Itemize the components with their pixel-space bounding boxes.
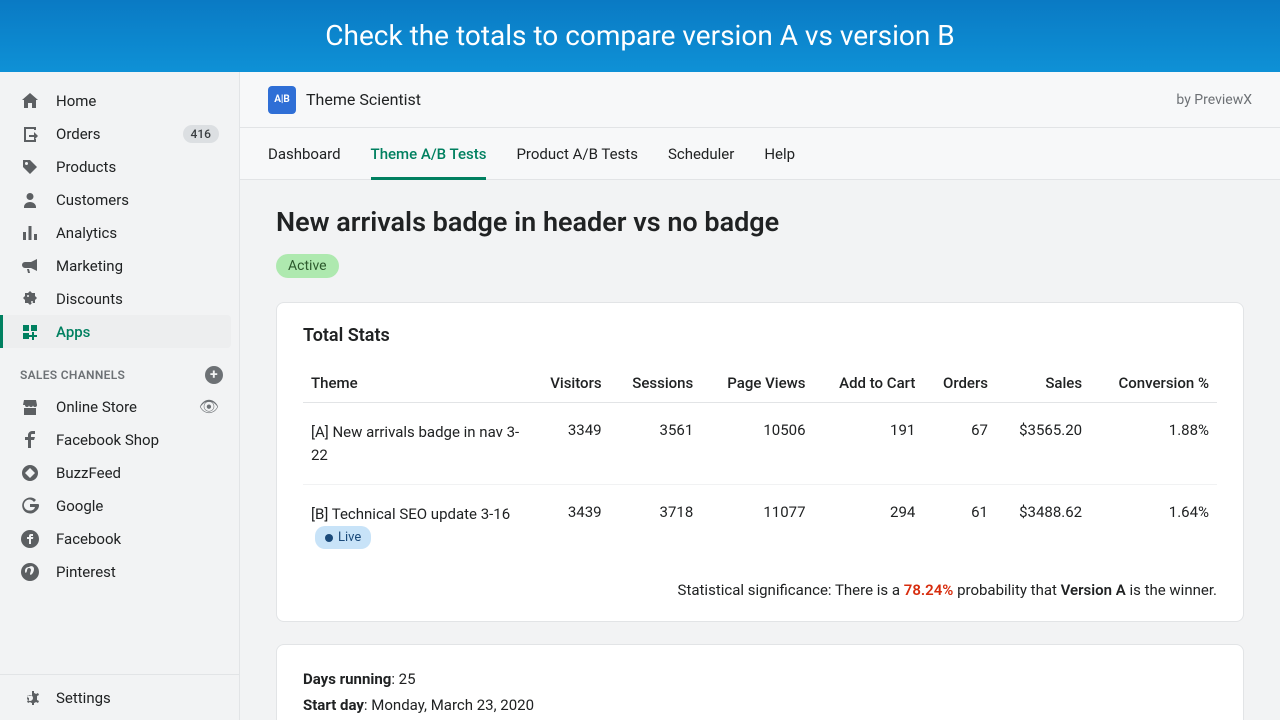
eye-icon[interactable]: 👁 xyxy=(199,397,219,416)
tab-help[interactable]: Help xyxy=(764,128,795,180)
channel-label: BuzzFeed xyxy=(56,464,219,482)
nav-apps[interactable]: Apps xyxy=(0,315,231,348)
facebook-icon xyxy=(20,430,40,450)
megaphone-icon xyxy=(20,256,40,276)
cell-theme: [B] Technical SEO update 3-16 Live xyxy=(303,485,529,568)
table-row: [B] Technical SEO update 3-16 Live 3439 … xyxy=(303,485,1217,568)
google-icon xyxy=(20,496,40,516)
channel-pinterest[interactable]: Pinterest xyxy=(8,555,231,588)
channel-google[interactable]: Google xyxy=(8,489,231,522)
orders-icon xyxy=(20,124,40,144)
tag-icon xyxy=(20,157,40,177)
buzzfeed-icon xyxy=(20,463,40,483)
main-content: A|B Theme Scientist by PreviewX Dashboar… xyxy=(240,72,1280,720)
channel-label: Google xyxy=(56,497,219,515)
facebook-circle-icon xyxy=(20,529,40,549)
nav-orders[interactable]: Orders 416 xyxy=(8,117,231,150)
status-badge: Active xyxy=(276,254,339,278)
tab-dashboard[interactable]: Dashboard xyxy=(268,128,341,180)
statistical-significance: Statistical significance: There is a 78.… xyxy=(303,581,1217,599)
start-day: Start day: Monday, March 23, 2020 xyxy=(303,693,1217,719)
person-icon xyxy=(20,190,40,210)
channel-label: Facebook xyxy=(56,530,219,548)
meta-card: Days running: 25 Start day: Monday, Marc… xyxy=(276,644,1244,720)
nav-home[interactable]: Home xyxy=(8,84,231,117)
gear-icon xyxy=(20,688,40,708)
channel-label: Pinterest xyxy=(56,563,219,581)
home-icon xyxy=(20,91,40,111)
app-logo: A|B xyxy=(268,86,296,114)
analytics-icon xyxy=(20,223,40,243)
tab-theme-ab-tests[interactable]: Theme A/B Tests xyxy=(371,128,487,180)
cell-conv: 1.88% xyxy=(1090,403,1217,485)
nav-label: Discounts xyxy=(56,290,219,308)
pinterest-icon xyxy=(20,562,40,582)
channel-label: Online Store xyxy=(56,398,199,416)
discount-icon xyxy=(20,289,40,309)
cell-visitors: 3439 xyxy=(529,485,609,568)
channel-facebook[interactable]: Facebook xyxy=(8,522,231,555)
cell-theme: [A] New arrivals badge in nav 3-22 xyxy=(303,403,529,485)
cell-conv: 1.64% xyxy=(1090,485,1217,568)
nav-label: Apps xyxy=(56,323,219,341)
nav-products[interactable]: Products xyxy=(8,150,231,183)
nav-label: Analytics xyxy=(56,224,219,242)
col-pageviews: Page Views xyxy=(701,364,813,403)
nav-label: Settings xyxy=(56,689,219,707)
nav-marketing[interactable]: Marketing xyxy=(8,249,231,282)
col-addtocart: Add to Cart xyxy=(814,364,924,403)
cell-sales: $3488.62 xyxy=(996,485,1090,568)
live-badge: Live xyxy=(315,526,371,550)
nav-label: Products xyxy=(56,158,219,176)
cell-addtocart: 294 xyxy=(814,485,924,568)
days-running: Days running: 25 xyxy=(303,667,1217,693)
store-icon xyxy=(20,397,40,417)
table-row: [A] New arrivals badge in nav 3-22 3349 … xyxy=(303,403,1217,485)
apps-icon xyxy=(20,322,40,342)
col-visitors: Visitors xyxy=(529,364,609,403)
channel-online-store[interactable]: Online Store 👁 xyxy=(8,390,231,423)
cell-sessions: 3561 xyxy=(610,403,702,485)
orders-badge: 416 xyxy=(183,125,219,143)
col-orders: Orders xyxy=(923,364,996,403)
channel-buzzfeed[interactable]: BuzzFeed xyxy=(8,456,231,489)
sidebar: Home Orders 416 Products Customers Analy… xyxy=(0,72,240,720)
channel-facebook-shop[interactable]: Facebook Shop xyxy=(8,423,231,456)
col-conversion: Conversion % xyxy=(1090,364,1217,403)
col-theme: Theme xyxy=(303,364,529,403)
cell-orders: 67 xyxy=(923,403,996,485)
card-title: Total Stats xyxy=(303,325,1217,346)
channel-label: Facebook Shop xyxy=(56,431,219,449)
total-stats-card: Total Stats Theme Visitors Sessions Page… xyxy=(276,302,1244,622)
cell-pageviews: 10506 xyxy=(701,403,813,485)
banner: Check the totals to compare version A vs… xyxy=(0,0,1280,72)
cell-sales: $3565.20 xyxy=(996,403,1090,485)
cell-pageviews: 11077 xyxy=(701,485,813,568)
section-label: SALES CHANNELS xyxy=(20,368,125,382)
add-channel-button[interactable]: + xyxy=(205,366,223,384)
nav-label: Customers xyxy=(56,191,219,209)
stats-table: Theme Visitors Sessions Page Views Add t… xyxy=(303,364,1217,567)
nav-label: Marketing xyxy=(56,257,219,275)
cell-sessions: 3718 xyxy=(610,485,702,568)
nav-label: Orders xyxy=(56,125,183,143)
nav-discounts[interactable]: Discounts xyxy=(8,282,231,315)
app-author: by PreviewX xyxy=(1176,92,1252,108)
nav-customers[interactable]: Customers xyxy=(8,183,231,216)
page-title: New arrivals badge in header vs no badge xyxy=(276,206,1244,238)
app-title: Theme Scientist xyxy=(306,90,1176,109)
nav-settings[interactable]: Settings xyxy=(8,681,231,714)
col-sales: Sales xyxy=(996,364,1090,403)
tab-bar: Dashboard Theme A/B Tests Product A/B Te… xyxy=(240,128,1280,180)
cell-addtocart: 191 xyxy=(814,403,924,485)
sales-channels-header: SALES CHANNELS + xyxy=(0,348,239,390)
col-sessions: Sessions xyxy=(610,364,702,403)
cell-orders: 61 xyxy=(923,485,996,568)
tab-scheduler[interactable]: Scheduler xyxy=(668,128,734,180)
nav-analytics[interactable]: Analytics xyxy=(8,216,231,249)
cell-visitors: 3349 xyxy=(529,403,609,485)
tab-product-ab-tests[interactable]: Product A/B Tests xyxy=(516,128,637,180)
app-bar: A|B Theme Scientist by PreviewX xyxy=(240,72,1280,128)
nav-label: Home xyxy=(56,92,219,110)
